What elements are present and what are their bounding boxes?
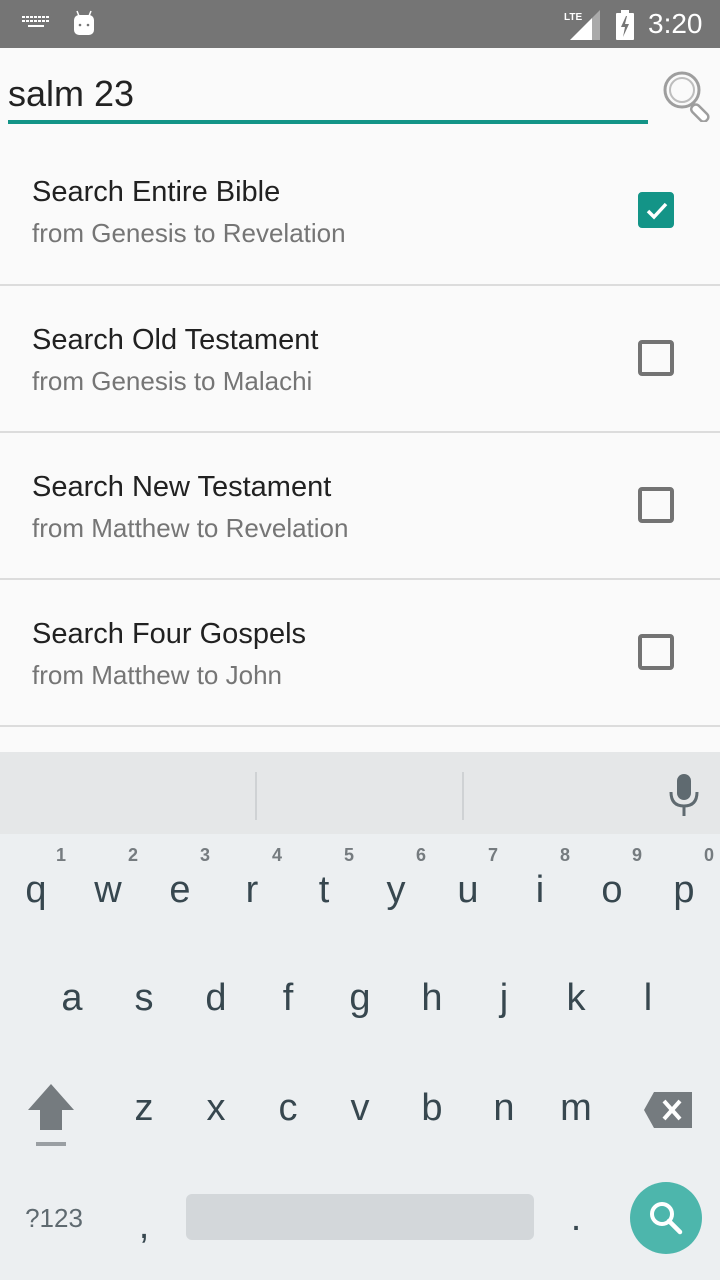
- key-label: p: [673, 869, 695, 911]
- search-scope-list: Search Entire Bible from Genesis to Reve…: [0, 138, 720, 727]
- suggestion-3[interactable]: [464, 752, 654, 834]
- key-f[interactable]: f: [252, 944, 324, 1052]
- backspace-icon: [644, 1092, 692, 1128]
- status-bar: LTE 3:20: [0, 0, 720, 48]
- key-hint: 0: [703, 845, 714, 865]
- search-input[interactable]: [8, 68, 648, 124]
- key-v[interactable]: v: [324, 1054, 396, 1162]
- option-old-testament[interactable]: Search Old Testament from Genesis to Mal…: [0, 286, 720, 433]
- delete-key[interactable]: [636, 1054, 708, 1162]
- option-subtitle: from Matthew to John: [32, 660, 282, 690]
- key-label: e: [169, 869, 191, 911]
- key-n[interactable]: n: [468, 1054, 540, 1162]
- option-subtitle: from Matthew to Revelation: [32, 513, 349, 543]
- key-label: u: [457, 869, 479, 911]
- key-h[interactable]: h: [396, 944, 468, 1052]
- key-m[interactable]: m: [540, 1054, 612, 1162]
- battery-charging-icon: [616, 10, 634, 40]
- key-q[interactable]: 1q: [0, 834, 72, 942]
- comma-key[interactable]: ,: [108, 1172, 180, 1280]
- space-key[interactable]: [186, 1194, 534, 1240]
- key-w[interactable]: 2w: [72, 834, 144, 942]
- suggestion-strip: [0, 752, 720, 834]
- clock: 3:20: [648, 8, 703, 39]
- search-icon: [650, 1202, 683, 1235]
- key-label: q: [25, 869, 47, 911]
- key-hint: 3: [199, 845, 210, 865]
- suggestion-1[interactable]: [0, 752, 256, 834]
- option-subtitle: from Genesis to Revelation: [32, 218, 346, 248]
- key-p[interactable]: 0p: [648, 834, 720, 942]
- key-hint: 5: [343, 845, 354, 865]
- key-hint: 6: [415, 845, 426, 865]
- key-label: i: [535, 869, 545, 911]
- soft-keyboard: 1q2w3e4r5t6y7u8i9o0p asdfghjkl zxcvbnm ?…: [0, 752, 720, 1280]
- key-y[interactable]: 6y: [360, 834, 432, 942]
- key-hint: 1: [55, 845, 66, 865]
- key-d[interactable]: d: [180, 944, 252, 1052]
- key-row-1: 1q2w3e4r5t6y7u8i9o0p: [0, 834, 720, 942]
- key-u[interactable]: 7u: [432, 834, 504, 942]
- key-label: y: [386, 869, 406, 911]
- microphone-icon[interactable]: [664, 772, 704, 818]
- checkbox-new-testament[interactable]: [638, 487, 674, 523]
- key-j[interactable]: j: [468, 944, 540, 1052]
- option-new-testament[interactable]: Search New Testament from Matthew to Rev…: [0, 433, 720, 580]
- key-hint: 9: [631, 845, 642, 865]
- checkbox-entire-bible[interactable]: [638, 192, 674, 228]
- shift-icon: [28, 1084, 74, 1146]
- key-hint: 4: [271, 845, 282, 865]
- key-s[interactable]: s: [108, 944, 180, 1052]
- key-b[interactable]: b: [396, 1054, 468, 1162]
- key-hint: 8: [559, 845, 570, 865]
- key-r[interactable]: 4r: [216, 834, 288, 942]
- option-title: Search Entire Bible: [32, 176, 281, 208]
- option-title: Search New Testament: [32, 471, 332, 503]
- checkmark-icon: [646, 202, 668, 220]
- checkbox-four-gospels[interactable]: [638, 634, 674, 670]
- svg-text:LTE: LTE: [564, 12, 582, 23]
- lte-signal-icon: LTE: [564, 10, 600, 40]
- key-label: o: [601, 869, 623, 911]
- key-t[interactable]: 5t: [288, 834, 360, 942]
- search-bar: [0, 48, 720, 138]
- key-label: w: [94, 869, 122, 911]
- shift-key[interactable]: [14, 1054, 86, 1162]
- key-label: t: [318, 869, 330, 911]
- option-entire-bible[interactable]: Search Entire Bible from Genesis to Reve…: [0, 138, 720, 286]
- period-key[interactable]: .: [540, 1164, 612, 1272]
- key-l[interactable]: l: [612, 944, 684, 1052]
- search-action-key[interactable]: [630, 1182, 702, 1254]
- key-g[interactable]: g: [324, 944, 396, 1052]
- option-four-gospels[interactable]: Search Four Gospels from Matthew to John: [0, 580, 720, 727]
- key-e[interactable]: 3e: [144, 834, 216, 942]
- option-title: Search Old Testament: [32, 324, 319, 356]
- key-hint: 2: [127, 845, 138, 865]
- android-icon: [74, 10, 94, 35]
- key-x[interactable]: x: [180, 1054, 252, 1162]
- key-k[interactable]: k: [540, 944, 612, 1052]
- key-row-2: asdfghjkl: [0, 944, 720, 1052]
- key-z[interactable]: z: [108, 1054, 180, 1162]
- symbols-key[interactable]: ?123: [18, 1164, 90, 1272]
- option-subtitle: from Genesis to Malachi: [32, 366, 313, 396]
- key-i[interactable]: 8i: [504, 834, 576, 942]
- keyboard-icon: [22, 16, 49, 27]
- key-a[interactable]: a: [36, 944, 108, 1052]
- key-label: r: [245, 869, 259, 911]
- checkbox-old-testament[interactable]: [638, 340, 674, 376]
- key-o[interactable]: 9o: [576, 834, 648, 942]
- suggestion-2[interactable]: [257, 752, 463, 834]
- key-row-3: zxcvbnm: [0, 1054, 720, 1162]
- magnifier-icon[interactable]: [660, 68, 714, 122]
- key-c[interactable]: c: [252, 1054, 324, 1162]
- key-hint: 7: [487, 845, 498, 865]
- option-title: Search Four Gospels: [32, 618, 307, 650]
